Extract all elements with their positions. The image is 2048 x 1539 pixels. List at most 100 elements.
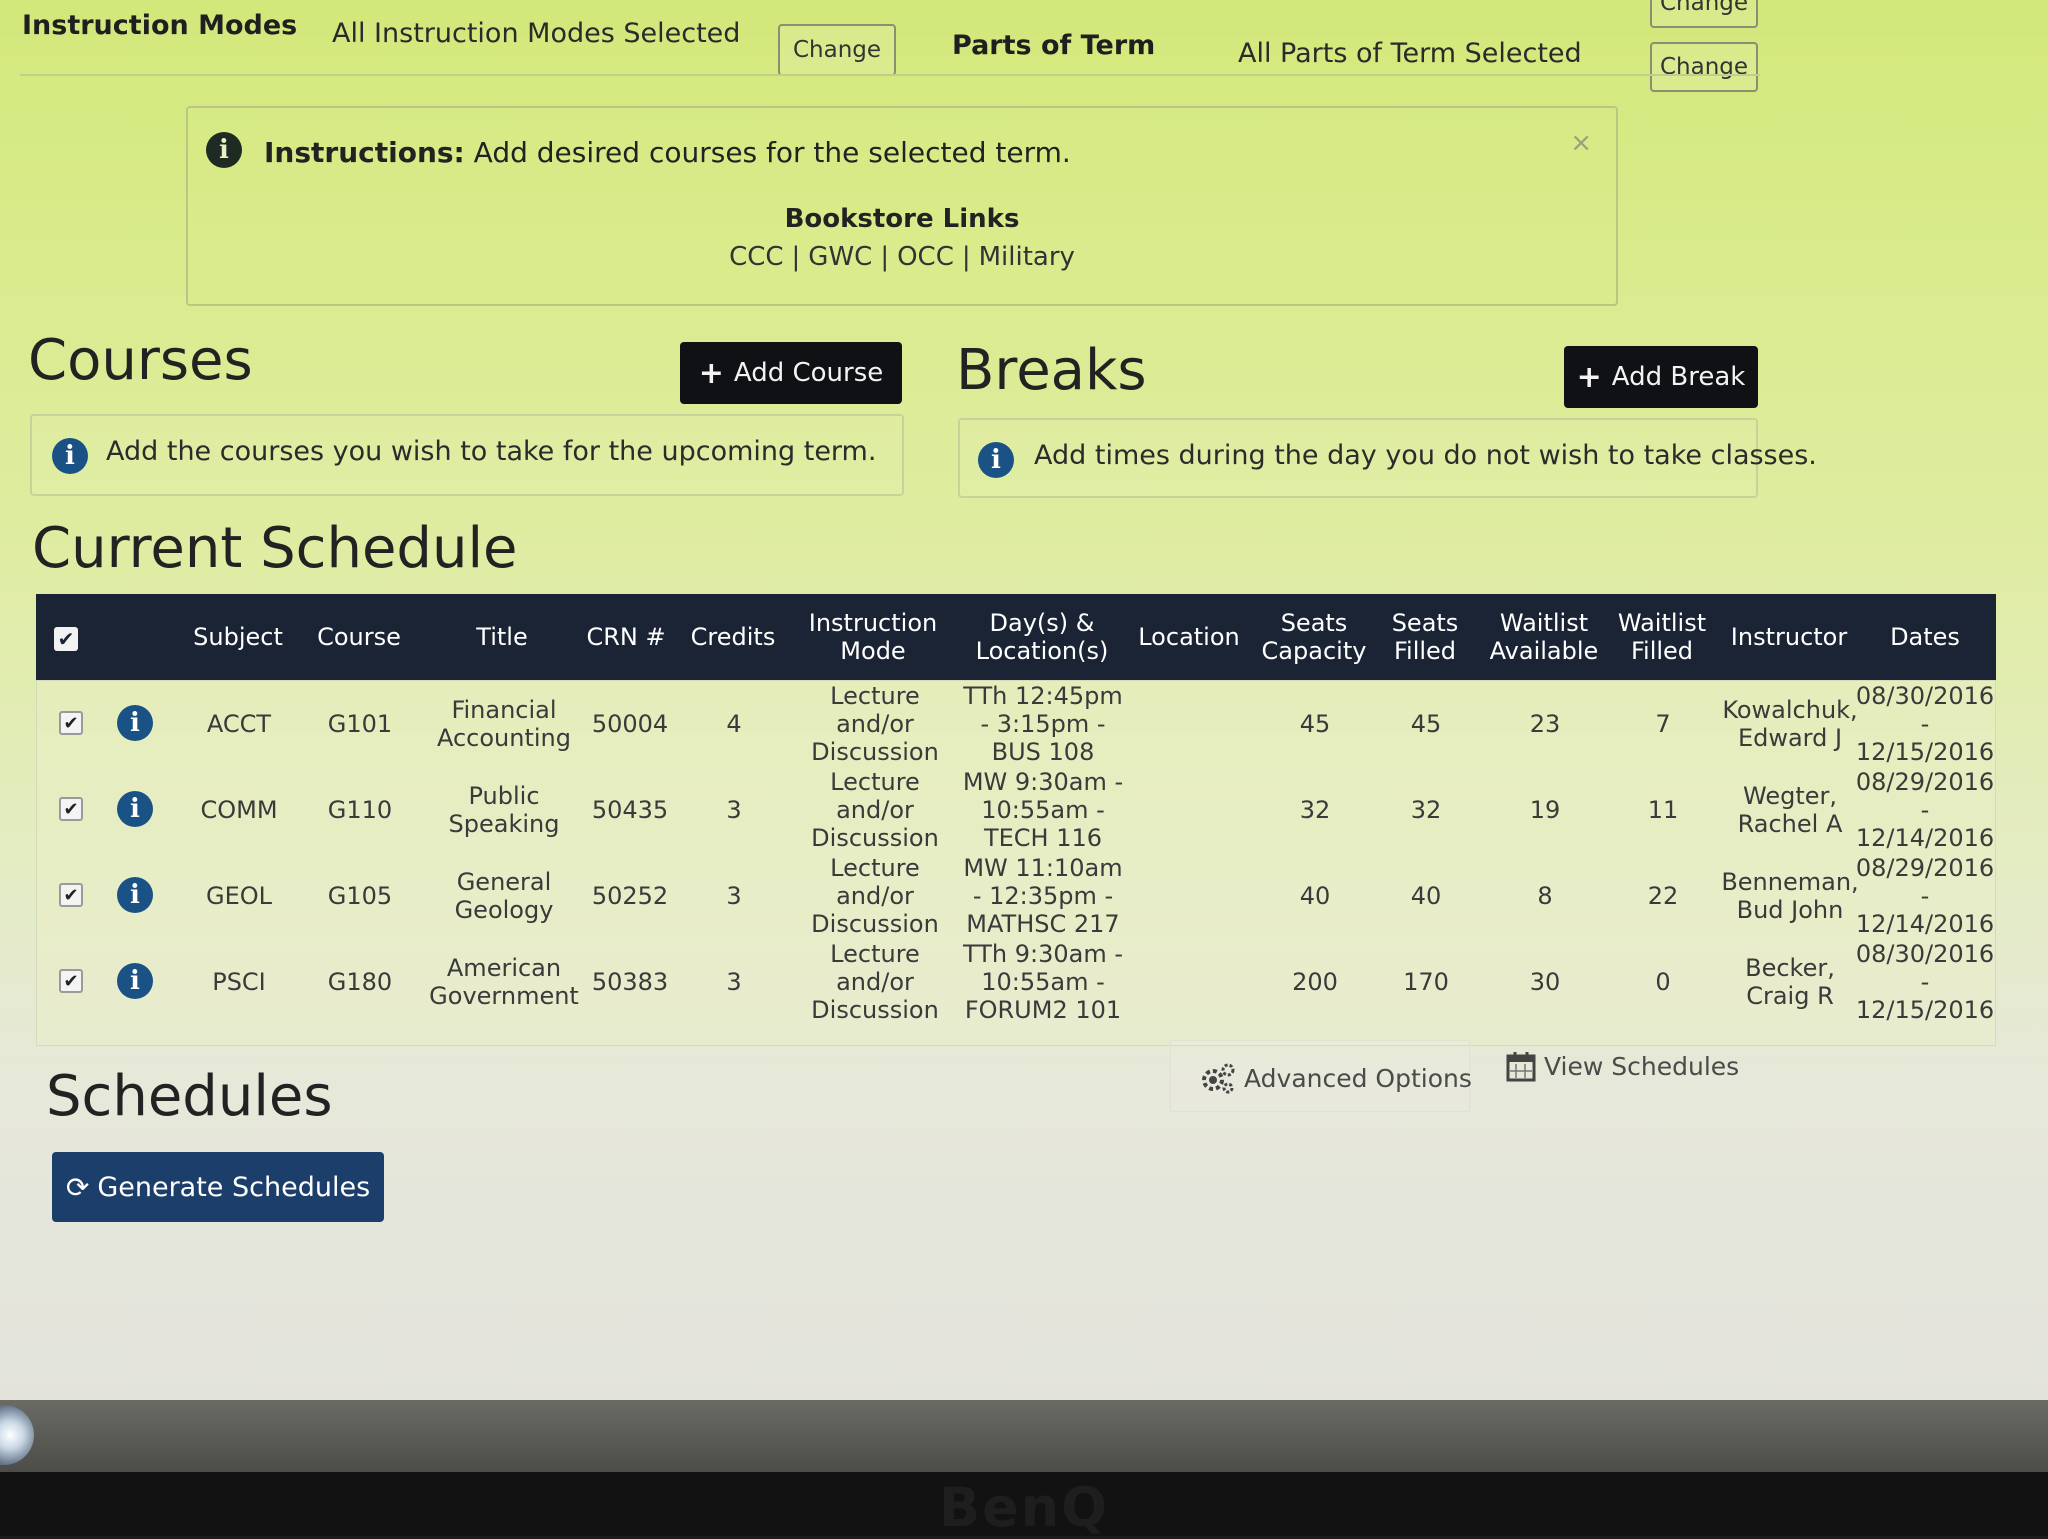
instructions-body: Add desired courses for the selected ter…: [473, 136, 1071, 169]
cell-instructor: Becker, Craig R: [1745, 954, 1835, 1010]
col-subject[interactable]: Subject: [176, 594, 300, 680]
course-info-icon[interactable]: i: [117, 705, 153, 741]
col-crn[interactable]: CRN #: [584, 594, 668, 680]
col-title[interactable]: Title: [436, 594, 568, 680]
cell-location: [1129, 767, 1251, 853]
advanced-options-link[interactable]: Advanced Options: [1200, 1062, 1472, 1094]
table-row: ✔ i GEOL G105 General Geology 50252 3 Le…: [37, 853, 1997, 939]
instruction-modes-change-button[interactable]: Change: [778, 24, 896, 76]
cell-mode: Lecture and/or Discussion: [811, 768, 939, 852]
row-checkbox[interactable]: ✔: [59, 883, 83, 907]
generate-schedules-button[interactable]: ⟳ Generate Schedules: [52, 1152, 384, 1222]
col-course[interactable]: Course: [300, 594, 418, 680]
refresh-icon: ⟳: [65, 1170, 90, 1204]
col-waitlist-filled[interactable]: Waitlist Filled: [1614, 594, 1710, 680]
close-icon[interactable]: ×: [1570, 128, 1592, 158]
cell-days: MW 11:10am - 12:35pm - MATHSC 217: [963, 854, 1123, 938]
cell-mode: Lecture and/or Discussion: [811, 854, 939, 938]
course-info-icon[interactable]: i: [117, 791, 153, 827]
col-seats-capacity[interactable]: Seats Capacity: [1258, 594, 1370, 680]
courses-hint: i Add the courses you wish to take for t…: [30, 414, 904, 496]
cell-seats-filled: 170: [1403, 968, 1449, 996]
add-course-button[interactable]: + Add Course: [680, 342, 902, 404]
col-instructor[interactable]: Instructor: [1726, 594, 1852, 680]
cell-dates: 08/29/2016 - 12/14/2016: [1855, 768, 1995, 852]
cell-instructor: Wegter, Rachel A: [1737, 782, 1843, 838]
course-info-icon[interactable]: i: [117, 963, 153, 999]
cell-course: G110: [327, 796, 393, 824]
bookstore-link-occ[interactable]: OCC: [897, 242, 954, 272]
bookstore-link-military[interactable]: Military: [979, 242, 1075, 272]
taskbar: [0, 1400, 2048, 1472]
instructions-label: Instructions:: [264, 136, 465, 169]
cell-subject: PSCI: [212, 968, 266, 996]
cell-course: G180: [327, 968, 393, 996]
cell-seats-filled: 45: [1410, 710, 1442, 738]
info-icon: i: [206, 132, 242, 168]
table-row: ✔ i ACCT G101 Financial Accounting 50004…: [37, 681, 1997, 767]
col-dates[interactable]: Dates: [1860, 594, 1990, 680]
cell-crn: 50252: [591, 882, 669, 910]
parts-of-term-value: All Parts of Term Selected: [1238, 38, 1582, 69]
cell-dates: 08/30/2016 - 12/15/2016: [1855, 940, 1995, 1024]
cell-waitlist-available: 23: [1529, 710, 1561, 738]
cell-subject: ACCT: [206, 710, 272, 738]
col-waitlist-available[interactable]: Waitlist Available: [1484, 594, 1604, 680]
cell-crn: 50004: [591, 710, 669, 738]
cell-instructor: Benneman, Bud John: [1721, 868, 1859, 924]
breaks-hint: i Add times during the day you do not wi…: [958, 418, 1817, 498]
col-credits[interactable]: Credits: [676, 594, 790, 680]
cell-title: Public Speaking: [448, 782, 560, 838]
bookstore-link-ccc[interactable]: CCC: [729, 242, 783, 272]
view-schedules-link[interactable]: View Schedules: [1506, 1050, 1739, 1082]
cell-location: [1129, 853, 1251, 939]
instructions-alert: i Instructions: Add desired courses for …: [186, 106, 1618, 306]
add-break-label: Add Break: [1611, 362, 1746, 392]
cell-title: American Government: [429, 954, 579, 1010]
current-schedule-heading: Current Schedule: [32, 516, 518, 581]
bookstore-link-gwc[interactable]: GWC: [808, 242, 872, 272]
schedule-table: ✔ Subject Course Title CRN # Credits Ins…: [36, 594, 1996, 1046]
col-instruction-mode[interactable]: Instruction Mode: [798, 594, 948, 680]
cell-subject: COMM: [200, 796, 278, 824]
cell-seats-capacity: 32: [1299, 796, 1331, 824]
cell-waitlist-filled: 11: [1647, 796, 1679, 824]
col-days-locations[interactable]: Day(s) & Location(s): [962, 594, 1122, 680]
table-row: ✔ i PSCI G180 American Government 50383 …: [37, 939, 1997, 1025]
cell-waitlist-filled: 22: [1647, 882, 1679, 910]
cell-credits: 4: [726, 710, 742, 738]
cell-seats-capacity: 45: [1299, 710, 1331, 738]
table-header: ✔ Subject Course Title CRN # Credits Ins…: [36, 594, 1996, 680]
advanced-options-label: Advanced Options: [1244, 1063, 1472, 1093]
parts-of-term-change-button[interactable]: Change: [1650, 42, 1758, 92]
add-break-button[interactable]: + Add Break: [1564, 346, 1758, 408]
cell-waitlist-available: 19: [1529, 796, 1561, 824]
parts-of-term-change-button-top[interactable]: Change: [1650, 0, 1758, 28]
view-schedules-label: View Schedules: [1544, 1051, 1740, 1081]
cell-credits: 3: [726, 796, 742, 824]
plus-icon: +: [698, 355, 724, 391]
cell-mode: Lecture and/or Discussion: [811, 940, 939, 1024]
cell-waitlist-filled: 7: [1655, 710, 1671, 738]
row-checkbox[interactable]: ✔: [59, 797, 83, 821]
generate-schedules-label: Generate Schedules: [97, 1171, 371, 1203]
cell-days: MW 9:30am - 10:55am - TECH 116: [962, 768, 1124, 852]
cell-seats-filled: 40: [1410, 882, 1442, 910]
cell-waitlist-available: 30: [1529, 968, 1561, 996]
cell-title: General Geology: [454, 868, 554, 924]
course-info-icon[interactable]: i: [117, 877, 153, 913]
col-seats-filled[interactable]: Seats Filled: [1380, 594, 1470, 680]
row-checkbox[interactable]: ✔: [59, 969, 83, 993]
parts-of-term-label: Parts of Term: [952, 30, 1156, 61]
select-all-checkbox[interactable]: ✔: [54, 627, 78, 651]
cell-title: Financial Accounting: [436, 696, 571, 752]
row-checkbox[interactable]: ✔: [59, 711, 83, 735]
breaks-heading: Breaks: [956, 338, 1147, 403]
cell-waitlist-filled: 0: [1655, 968, 1671, 996]
courses-heading: Courses: [28, 328, 253, 393]
col-location[interactable]: Location: [1128, 594, 1250, 680]
cell-dates: 08/30/2016 - 12/15/2016: [1855, 682, 1995, 766]
cell-course: G101: [327, 710, 393, 738]
cell-credits: 3: [726, 968, 742, 996]
instructions-text: Instructions: Add desired courses for th…: [264, 136, 1071, 169]
